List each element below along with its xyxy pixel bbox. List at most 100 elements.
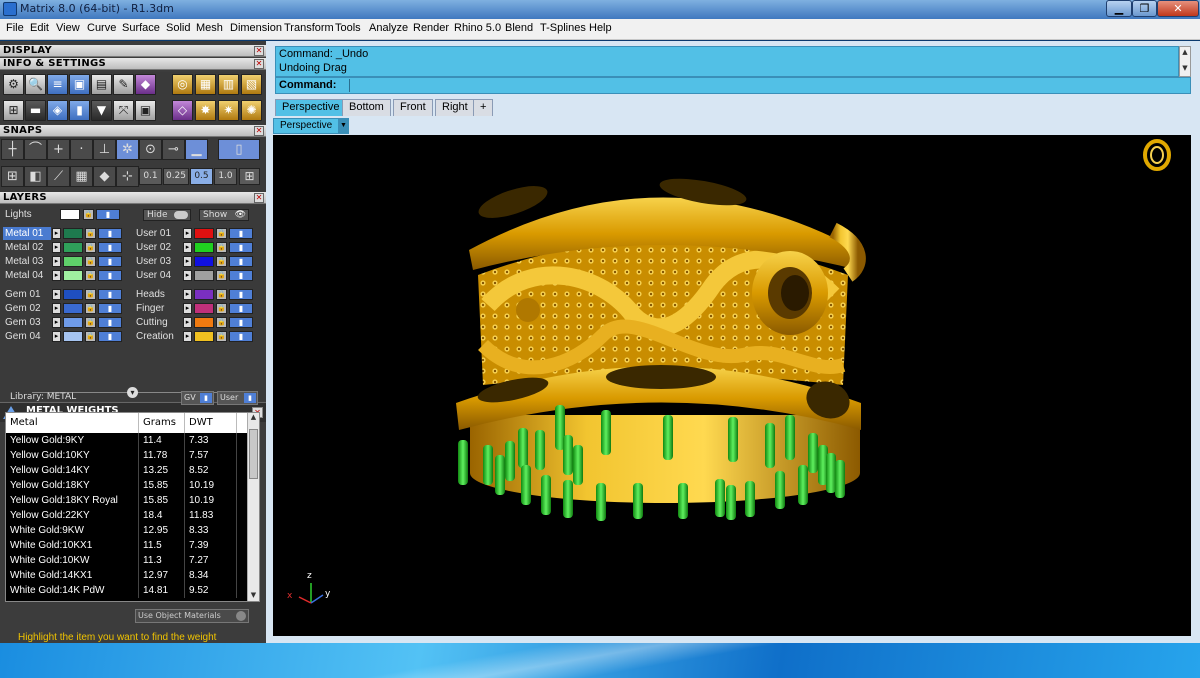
layer-color-swatch[interactable]: [63, 242, 83, 253]
chevron-right-icon[interactable]: ▸: [52, 270, 61, 281]
snap-center-icon[interactable]: ✲: [116, 139, 139, 160]
visibility-toggle[interactable]: ▮: [229, 331, 253, 342]
maximize-button[interactable]: ❐: [1132, 0, 1157, 17]
viewport-dropdown[interactable]: Perspective ▼: [273, 118, 349, 134]
visibility-toggle[interactable]: ▮: [229, 289, 253, 300]
gem-icon[interactable]: ◆: [135, 74, 156, 95]
menu-view[interactable]: View: [56, 22, 80, 34]
command-scrollbar[interactable]: ▲ ▼: [1179, 46, 1191, 77]
table-row[interactable]: White Gold:10KX1 11.5 7.39: [6, 538, 249, 553]
close-icon[interactable]: ✕: [254, 126, 264, 136]
close-icon[interactable]: ✕: [254, 46, 264, 56]
layer-row[interactable]: Gem 03 ▸ 🔒 ▮: [3, 316, 125, 329]
lock-icon[interactable]: 🔒: [85, 303, 96, 314]
layer-color-swatch[interactable]: [194, 331, 214, 342]
visibility-toggle[interactable]: ▮: [98, 289, 122, 300]
show-button[interactable]: Show 👁: [199, 209, 249, 221]
lock-icon[interactable]: 🔒: [85, 289, 96, 300]
layer-color-swatch[interactable]: [63, 317, 83, 328]
settings-icon[interactable]: ⚙: [3, 74, 24, 95]
expand-icon[interactable]: ▾: [127, 387, 138, 398]
layer-color-swatch[interactable]: [63, 270, 83, 281]
layer-color-swatch[interactable]: [63, 331, 83, 342]
minimize-button[interactable]: ▁: [1106, 0, 1132, 17]
lock-icon[interactable]: 🔒: [85, 256, 96, 267]
document-icon[interactable]: ▤: [91, 74, 112, 95]
visibility-toggle[interactable]: ▮: [98, 331, 122, 342]
chevron-right-icon[interactable]: ▸: [183, 256, 192, 267]
cube-icon[interactable]: ◈: [47, 100, 68, 121]
lock-icon[interactable]: 🔒: [85, 242, 96, 253]
layer-color-swatch[interactable]: [63, 303, 83, 314]
layer-color-swatch[interactable]: [194, 256, 214, 267]
col-header-dwt[interactable]: DWT: [185, 413, 237, 433]
scroll-up-icon[interactable]: ▲: [1180, 48, 1190, 56]
box-icon[interactable]: ▣: [69, 74, 90, 95]
search-icon[interactable]: 🔍: [25, 74, 46, 95]
lock-icon[interactable]: 🔒: [216, 256, 227, 267]
lock-icon[interactable]: 🔒: [85, 228, 96, 239]
lock-icon[interactable]: 🔒: [216, 228, 227, 239]
ring-orientation-icon[interactable]: [1143, 135, 1171, 171]
chevron-right-icon[interactable]: ▸: [183, 303, 192, 314]
add-tab-button[interactable]: +: [473, 99, 494, 116]
grid-toggle-icon[interactable]: ⊞: [239, 168, 260, 185]
col-header-metal[interactable]: Metal: [6, 413, 139, 433]
layer-row[interactable]: Metal 03 ▸ 🔒 ▮: [3, 255, 125, 268]
gv-toggle[interactable]: GV ▮: [181, 391, 214, 405]
planar-icon[interactable]: ◆: [93, 166, 116, 187]
tab-perspective[interactable]: Perspective: [275, 99, 347, 116]
lock-icon[interactable]: 🔒: [216, 317, 227, 328]
menu-transform[interactable]: Transform: [284, 22, 334, 34]
menu-file[interactable]: File: [6, 22, 24, 34]
view-layout-icon[interactable]: ⊞: [1, 166, 24, 187]
lights-row[interactable]: Lights 🔒 ▮: [3, 208, 123, 221]
menu-dimension[interactable]: Dimension: [230, 22, 282, 34]
table-row[interactable]: Yellow Gold:10KY 11.78 7.57: [6, 448, 249, 463]
visibility-toggle[interactable]: ▮: [98, 317, 122, 328]
layer-row[interactable]: Heads ▸ 🔒 ▮: [134, 288, 256, 301]
layer-color-swatch[interactable]: [194, 303, 214, 314]
snap-tan-icon[interactable]: ⊸: [162, 139, 185, 160]
layer-row[interactable]: Metal 01 ▸ 🔒 ▮: [3, 227, 125, 240]
lock-icon[interactable]: 🔒: [216, 289, 227, 300]
chevron-right-icon[interactable]: ▸: [183, 289, 192, 300]
layer-row[interactable]: Gem 04 ▸ 🔒 ▮: [3, 330, 125, 343]
table-row[interactable]: Yellow Gold:18KY 15.85 10.19: [6, 478, 249, 493]
snap-line-icon[interactable]: ▁: [185, 139, 208, 160]
layer-color-swatch[interactable]: [194, 242, 214, 253]
material-icon[interactable]: ▥: [218, 74, 239, 95]
snap-grid-icon[interactable]: ▯: [218, 139, 260, 160]
render-icon[interactable]: ▦: [195, 74, 216, 95]
snap-circle-icon[interactable]: ⊙: [139, 139, 162, 160]
lock-icon[interactable]: 🔒: [216, 331, 227, 342]
layer-row[interactable]: Metal 02 ▸ 🔒 ▮: [3, 241, 125, 254]
menu-solid[interactable]: Solid: [166, 22, 190, 34]
lock-icon[interactable]: 🔒: [216, 242, 227, 253]
visibility-toggle[interactable]: ▮: [229, 228, 253, 239]
layer-row[interactable]: Gem 01 ▸ 🔒 ▮: [3, 288, 125, 301]
stone-icon[interactable]: ◇: [172, 100, 193, 121]
layer-color-swatch[interactable]: [194, 270, 214, 281]
table-row[interactable]: Yellow Gold:14KY 13.25 8.52: [6, 463, 249, 478]
chevron-right-icon[interactable]: ▸: [52, 256, 61, 267]
layer-row[interactable]: User 03 ▸ 🔒 ▮: [134, 255, 256, 268]
edit-icon[interactable]: ✎: [113, 74, 134, 95]
layer-row[interactable]: User 04 ▸ 🔒 ▮: [134, 269, 256, 282]
table-row[interactable]: White Gold:9KW 12.95 8.33: [6, 523, 249, 538]
snap-end-icon[interactable]: ┼: [1, 139, 24, 160]
visibility-toggle[interactable]: ▮: [96, 209, 120, 220]
user-toggle[interactable]: User ▮: [217, 391, 258, 405]
table-scrollbar[interactable]: ▲ ▼: [247, 413, 259, 601]
gumball-icon[interactable]: ⊹: [116, 166, 139, 187]
close-button[interactable]: ✕: [1157, 0, 1199, 17]
lock-icon[interactable]: 🔒: [216, 303, 227, 314]
layer-row[interactable]: Metal 04 ▸ 🔒 ▮: [3, 269, 125, 282]
properties-icon[interactable]: ▣: [135, 100, 156, 121]
layer-color-swatch[interactable]: [194, 228, 214, 239]
head-tool-icon[interactable]: ✺: [241, 100, 262, 121]
ortho-icon[interactable]: ▦: [70, 166, 93, 187]
close-icon[interactable]: ✕: [254, 59, 264, 69]
lock-icon[interactable]: 🔒: [85, 317, 96, 328]
menu-help[interactable]: Help: [589, 22, 612, 34]
